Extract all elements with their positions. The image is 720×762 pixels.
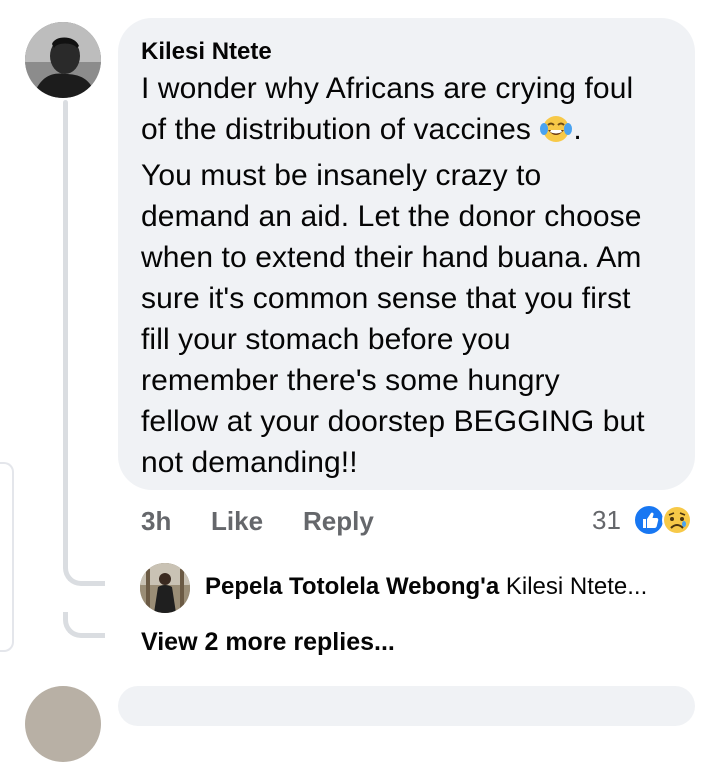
view-more-replies-link[interactable]: View 2 more replies... — [141, 626, 395, 658]
reply-author-avatar[interactable] — [140, 563, 190, 613]
thread-line — [63, 100, 68, 570]
next-comment-bubble — [118, 686, 695, 726]
reaction-summary[interactable]: 31 — [592, 502, 702, 538]
reply-button[interactable]: Reply — [303, 504, 374, 538]
comment-bubble: Kilesi Ntete I wonder why Africans are c… — [118, 18, 695, 490]
sad-icon — [661, 504, 693, 536]
reply-snippet: Kilesi Ntete... — [505, 573, 648, 600]
comment-timestamp[interactable]: 3h — [141, 504, 171, 538]
reply-preview[interactable]: Pepela Totolela Webong'a Kilesi Ntete... — [205, 572, 647, 602]
comment-text-part: . You must be insanely crazy to demand a… — [141, 113, 645, 479]
tears-of-joy-emoji-icon — [539, 114, 573, 155]
comment-text: I wonder why Africans are crying foul of… — [141, 68, 671, 483]
comment-author[interactable]: Kilesi Ntete — [141, 38, 671, 66]
reaction-count: 31 — [592, 505, 621, 535]
next-commenter-avatar[interactable] — [25, 686, 101, 762]
left-panel-edge — [0, 462, 14, 652]
reply-author[interactable]: Pepela Totolela Webong'a — [205, 573, 499, 600]
commenter-avatar[interactable] — [25, 22, 101, 98]
thread-connector — [63, 612, 105, 638]
thread-connector — [63, 560, 105, 586]
like-button[interactable]: Like — [211, 504, 263, 538]
